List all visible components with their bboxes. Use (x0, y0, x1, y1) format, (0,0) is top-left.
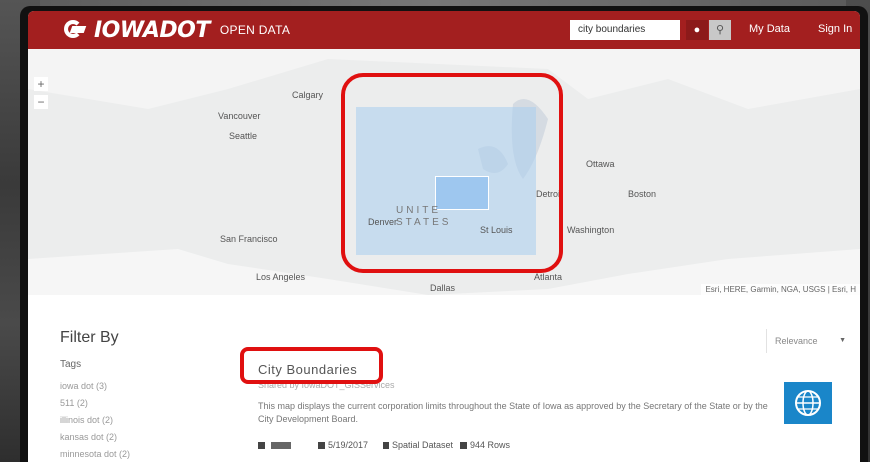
tag-filter-item[interactable]: iowa dot (3) (60, 381, 107, 391)
my-data-link[interactable]: My Data (749, 23, 790, 35)
tag-filter-item[interactable]: 511 (2) (60, 398, 88, 408)
monitor-bezel: IOWADOT OPEN DATA city boundaries ● ⚲ My… (20, 6, 868, 462)
search-button[interactable]: ⚲ (709, 20, 731, 40)
logo-text: IOWADOT (94, 17, 210, 43)
result-description: This map displays the current corporatio… (258, 401, 768, 424)
result-rows: 944 Rows (460, 440, 510, 450)
map-label-atlanta: Atlanta (534, 272, 563, 282)
result-date-text: 5/19/2017 (328, 440, 369, 450)
calendar-icon (318, 442, 325, 450)
highlight-result-title (240, 347, 383, 384)
logo-swoosh-icon (64, 20, 90, 40)
tag-filter-item[interactable]: illinois dot (2) (60, 415, 113, 425)
sort-value: Relevance (775, 336, 818, 346)
map-attribution: Esri, HERE, Garmin, NGA, USGS | Esri, H (701, 284, 860, 295)
result-rows-text: 944 Rows (470, 440, 511, 450)
result-type-text: Spatial Dataset (392, 440, 454, 450)
location-button[interactable]: ● (686, 20, 708, 40)
filter-title: Filter By (60, 329, 119, 346)
tags-heading: Tags (60, 359, 82, 370)
map-label-san-francisco: San Francisco (220, 234, 278, 244)
lock-icon (258, 442, 265, 450)
site-header: IOWADOT OPEN DATA city boundaries ● ⚲ My… (28, 11, 860, 49)
map-label-washington: Washington (567, 225, 615, 235)
zoom-out-button[interactable]: − (34, 95, 48, 109)
file-icon (383, 442, 389, 450)
result-date: 5/19/2017 (318, 440, 368, 450)
search-icon: ⚲ (715, 24, 725, 36)
browser-page: IOWADOT OPEN DATA city boundaries ● ⚲ My… (28, 11, 860, 462)
map-label-calgary: Calgary (292, 90, 324, 100)
table-icon (460, 442, 467, 450)
result-share-icons (258, 440, 294, 450)
license-badge-icon (270, 442, 291, 450)
tag-filter-item[interactable]: minnesota dot (2) (60, 449, 130, 459)
highlight-map-extent (341, 73, 563, 273)
result-type: Spatial Dataset (383, 440, 453, 450)
logo-subtitle: OPEN DATA (219, 23, 291, 37)
zoom-in-button[interactable]: + (34, 77, 48, 91)
map-label-seattle: Seattle (229, 131, 258, 141)
iowadot-logo[interactable]: IOWADOT OPEN DATA (64, 17, 290, 43)
sign-in-link[interactable]: Sign In (818, 23, 852, 35)
sort-select[interactable]: Relevance ▼ (766, 329, 848, 353)
chevron-down-icon: ▼ (839, 337, 846, 344)
map-label-boston: Boston (628, 189, 657, 199)
tag-filter-item[interactable]: kansas dot (2) (60, 432, 117, 442)
search-input[interactable]: city boundaries (570, 20, 680, 40)
map-label-ottawa: Ottawa (586, 159, 615, 169)
globe-icon (795, 390, 821, 416)
map-label-los-angeles: Los Angeles (256, 272, 306, 282)
map-pin-icon: ● (693, 24, 701, 36)
map-label-vancouver: Vancouver (218, 111, 261, 121)
result-thumbnail[interactable] (784, 382, 832, 424)
map-label-dallas: Dallas (430, 283, 456, 293)
